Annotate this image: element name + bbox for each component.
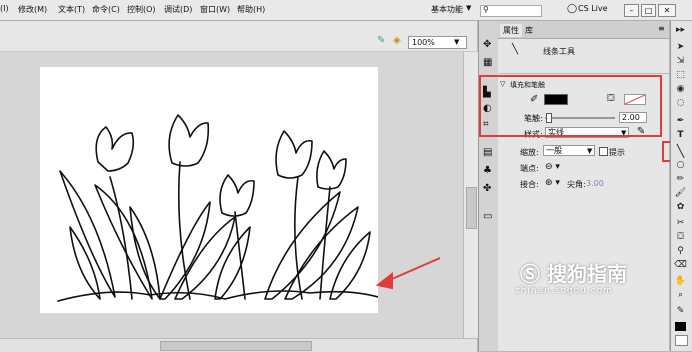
cap-label: 端点: (520, 164, 539, 173)
pen-tool-icon[interactable]: ✒ (672, 116, 689, 127)
motion-presets-icon[interactable]: ✤ (483, 183, 491, 194)
arrow-to-canvas (384, 257, 441, 283)
pencil-tool-icon[interactable]: ✏ (672, 174, 689, 185)
bone-tool-icon[interactable]: ✂ (672, 218, 689, 229)
rectangle-tool-icon[interactable]: ○ (672, 160, 689, 171)
3d-rotation-tool-icon[interactable]: ◉ (672, 84, 689, 95)
panel-icon-strip: ✥ ▦ ▙ ◐ ⌗ ▤ ♣ ✤ ▭ (478, 21, 499, 351)
cap-select[interactable]: ⊖ ▾ (545, 162, 560, 172)
scale-label: 缩放: (520, 148, 539, 157)
align-panel-icon[interactable]: ✥ (483, 39, 491, 50)
hand-tool-icon[interactable]: ✋ (672, 276, 689, 287)
tools-collapse-icon[interactable]: ▸▸ (672, 25, 689, 36)
eyedropper-tool-icon[interactable]: ⚲ (672, 246, 689, 257)
text-tool-icon[interactable]: T (672, 130, 689, 141)
hint-checkbox[interactable] (599, 147, 608, 156)
library-panel-icon[interactable]: ▤ (483, 147, 492, 158)
join-select[interactable]: ⊛ ▾ (545, 178, 560, 188)
info-panel-icon[interactable]: ▦ (483, 57, 492, 68)
subselection-tool-icon[interactable]: ⇲ (672, 56, 689, 67)
brush-tool-icon[interactable]: 🖌 (672, 188, 689, 199)
history-panel-icon[interactable]: ▭ (483, 211, 492, 222)
line-tool-icon[interactable]: ╲ (672, 145, 689, 157)
selection-tool-icon[interactable]: ➤ (672, 42, 689, 53)
stroke-color-tool-icon[interactable]: ✎ (672, 306, 689, 317)
scale-dropdown-icon[interactable]: ▼ (587, 147, 592, 155)
highlight-fill-stroke (479, 75, 662, 137)
arrow-head-canvas (375, 271, 393, 290)
sogou-logo-icon: Ⓢ (520, 262, 540, 286)
miter-label: 尖角: (567, 180, 586, 189)
miter-value[interactable]: 3.00 (586, 179, 604, 188)
join-label: 接合: (520, 180, 539, 189)
hint-label: 提示 (609, 148, 625, 157)
watermark-url: zhinan.sogou.com (515, 286, 613, 296)
tool-name: 线条工具 (543, 47, 575, 56)
divider (499, 73, 669, 74)
swap-colors-tool[interactable] (675, 335, 688, 346)
paint-bucket-tool-icon[interactable]: ⛋ (672, 232, 689, 243)
tab-properties[interactable]: 属性 (500, 24, 522, 37)
components-panel-icon[interactable]: ♣ (483, 165, 492, 176)
zoom-tool-icon[interactable]: ⌕ (672, 290, 689, 301)
deco-tool-icon[interactable]: ✿ (672, 202, 689, 213)
lasso-tool-icon[interactable]: ◌ (672, 98, 689, 109)
watermark-logo: Ⓢ 搜狗指南 (520, 258, 627, 287)
eraser-tool-icon[interactable]: ⌫ (672, 260, 689, 271)
watermark-text: 搜狗指南 (546, 262, 627, 286)
line-tool-preview-icon: ╲ (512, 44, 519, 55)
tab-library[interactable]: 库 (522, 24, 536, 37)
fill-color-tool-swatch[interactable] (675, 322, 686, 331)
properties-tabs: 属性 库 ≡ (498, 21, 669, 39)
panel-menu-icon[interactable]: ≡ (658, 24, 665, 33)
free-transform-tool-icon[interactable]: ⬚ (672, 70, 689, 81)
